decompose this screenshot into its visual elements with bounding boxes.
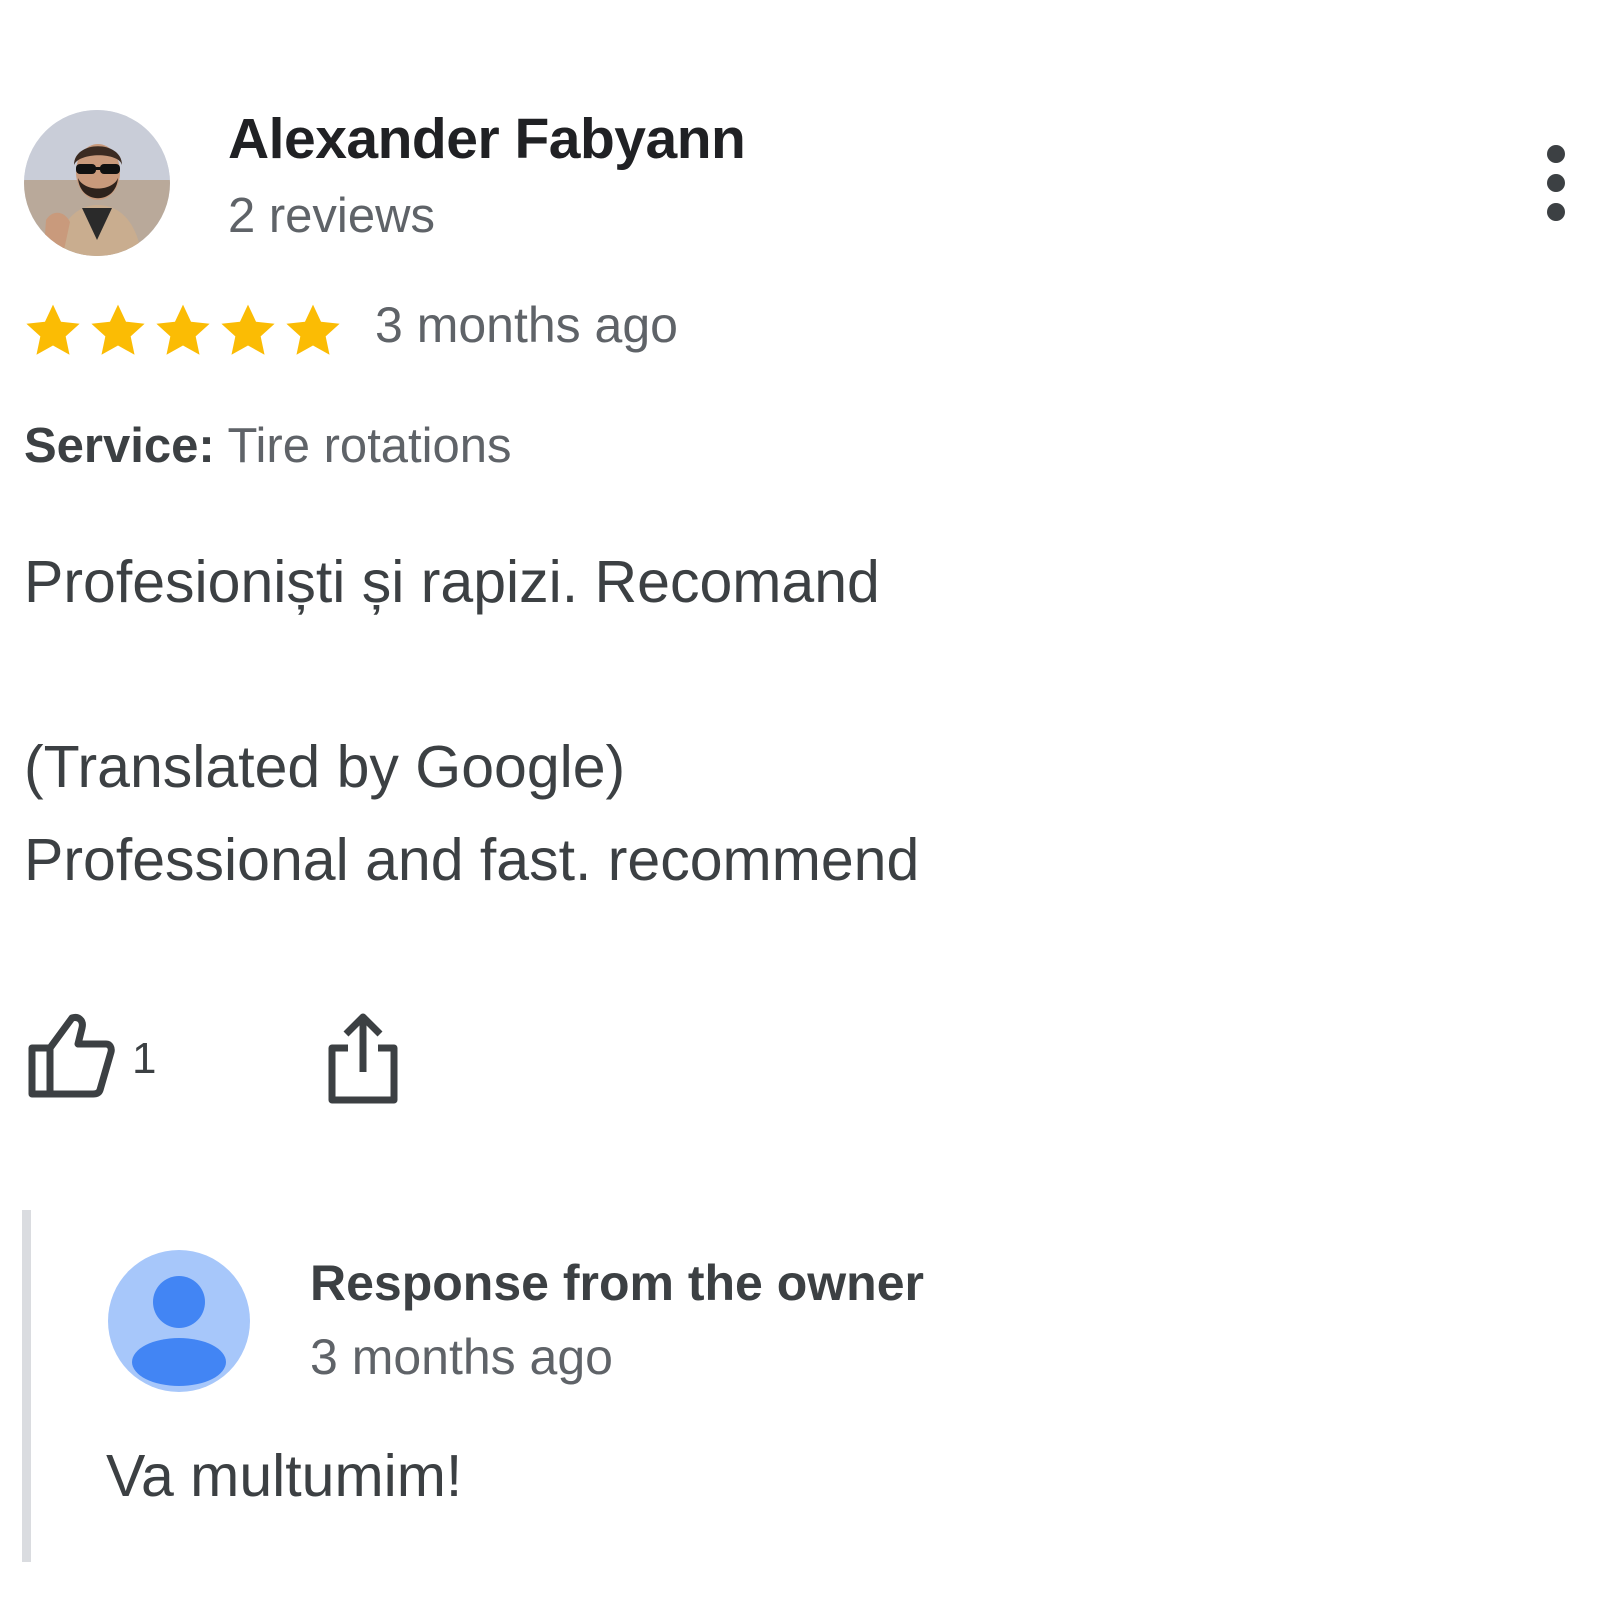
service-label: Service: bbox=[24, 419, 215, 473]
review-text-original: Profesioniști și rapizi. Recomand bbox=[24, 549, 880, 615]
translated-by-google-label: (Translated by Google) bbox=[24, 734, 626, 800]
owner-response-title: Response from the owner bbox=[310, 1255, 924, 1311]
star-icon bbox=[87, 300, 149, 362]
owner-response-divider bbox=[22, 1210, 31, 1562]
like-count: 1 bbox=[132, 1034, 157, 1083]
owner-response-text: Va multumim! bbox=[106, 1443, 463, 1509]
author-name[interactable]: Alexander Fabyann bbox=[228, 106, 746, 172]
star-icon bbox=[152, 300, 214, 362]
more-vert-icon bbox=[1547, 145, 1565, 221]
owner-avatar bbox=[108, 1250, 250, 1392]
star-icon bbox=[217, 300, 279, 362]
share-button[interactable] bbox=[326, 1012, 400, 1106]
owner-response-date: 3 months ago bbox=[310, 1329, 613, 1385]
more-options-button[interactable] bbox=[1528, 138, 1584, 228]
service-value: Tire rotations bbox=[227, 419, 512, 473]
review-text-translated: Professional and fast. recommend bbox=[24, 827, 920, 893]
like-button[interactable] bbox=[26, 1010, 116, 1100]
star-rating bbox=[22, 300, 344, 362]
service-row: Service: Tire rotations bbox=[24, 418, 512, 474]
share-icon bbox=[328, 1013, 398, 1104]
user-photo-icon bbox=[24, 110, 170, 256]
thumb-up-icon bbox=[28, 1014, 115, 1098]
author-review-count: 2 reviews bbox=[228, 189, 435, 243]
author-avatar[interactable] bbox=[24, 110, 170, 256]
star-icon bbox=[22, 300, 84, 362]
review-date: 3 months ago bbox=[375, 297, 678, 353]
person-icon bbox=[108, 1250, 250, 1392]
star-icon bbox=[282, 300, 344, 362]
